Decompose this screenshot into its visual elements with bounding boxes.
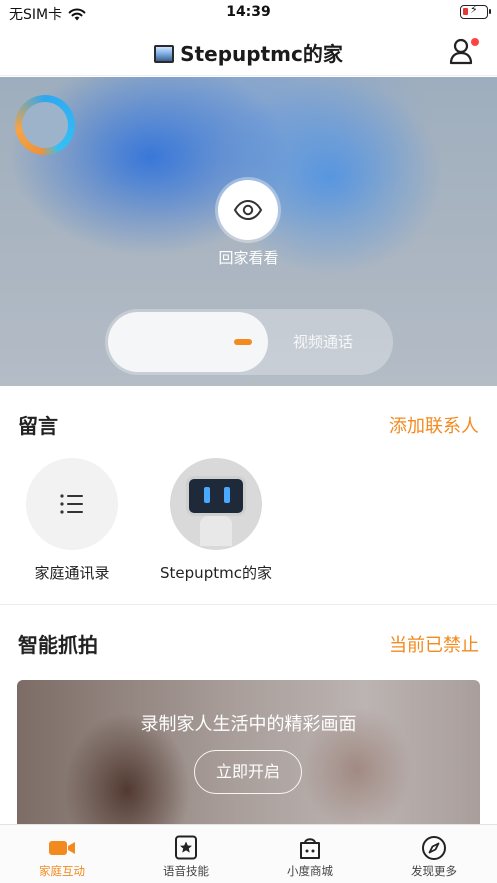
list-icon [60,494,83,514]
snapshot-banner: 录制家人生活中的精彩画面 立即开启 [17,680,480,824]
look-home-button[interactable] [218,180,278,240]
section-divider [0,604,497,605]
slider-knob[interactable] [108,312,268,372]
snapshot-status-link[interactable]: 当前已禁止 [389,631,479,657]
add-contact-link[interactable]: 添加联系人 [389,412,479,438]
video-camera-icon [49,841,75,855]
device-icon [154,45,175,63]
shopping-bag-icon [300,838,320,859]
tab-xiaodu-mall[interactable]: 小度商城 [248,825,372,883]
status-time: 14:39 [226,4,271,20]
tab-label: 家庭互动 [39,864,85,878]
profile-button[interactable] [449,37,479,65]
video-call-label: 视频通话 [293,333,354,351]
page-title: Stepuptmc的家 [0,38,497,67]
slider-handle-icon [234,339,252,345]
eye-icon [233,200,263,220]
compass-icon [422,836,446,860]
tab-label: 发现更多 [411,864,457,878]
contact-list: 家庭通讯录 Stepuptmc的家 [0,458,497,588]
robot-body [200,516,232,546]
snapshot-title: 智能抓拍 [18,633,98,657]
messages-title: 留言 [18,414,58,438]
device-ring-logo[interactable] [15,95,75,155]
contact-family-directory[interactable]: 家庭通讯录 [2,458,142,583]
tab-label: 小度商城 [287,864,333,878]
tab-bar: 家庭互动 语音技能 小度商城 发现更多 [0,824,497,883]
banner-text: 录制家人生活中的精彩画面 [140,714,357,735]
tab-voice-skills[interactable]: 语音技能 [124,825,248,883]
star-square-icon [175,835,197,860]
enable-now-button[interactable]: 立即开启 [194,750,302,794]
contact-avatar [26,458,118,550]
tab-discover-more[interactable]: 发现更多 [372,825,496,883]
contact-device-home[interactable]: Stepuptmc的家 [146,458,286,583]
video-hero: 回家看看 视频通话 [0,77,497,386]
notification-dot [471,38,479,46]
robot-screen [186,476,246,516]
contact-name: Stepuptmc的家 [160,564,272,582]
nav-bar: Stepuptmc的家 [0,26,497,76]
snapshot-header: 智能抓拍 当前已禁止 [0,629,497,659]
look-home-label: 回家看看 [218,249,279,267]
messages-header: 留言 添加联系人 [0,410,497,440]
video-call-slider[interactable]: 视频通话 [105,309,393,375]
tab-label: 语音技能 [163,864,209,878]
status-bar: 无SIM卡 14:39 ⚡ [0,0,497,26]
tab-family-interaction[interactable]: 家庭互动 [0,825,124,883]
contact-name: 家庭通讯录 [34,564,110,582]
robot-avatar [170,458,262,550]
page-title-text: Stepuptmc的家 [180,42,343,66]
battery-icon: ⚡ [460,3,491,19]
